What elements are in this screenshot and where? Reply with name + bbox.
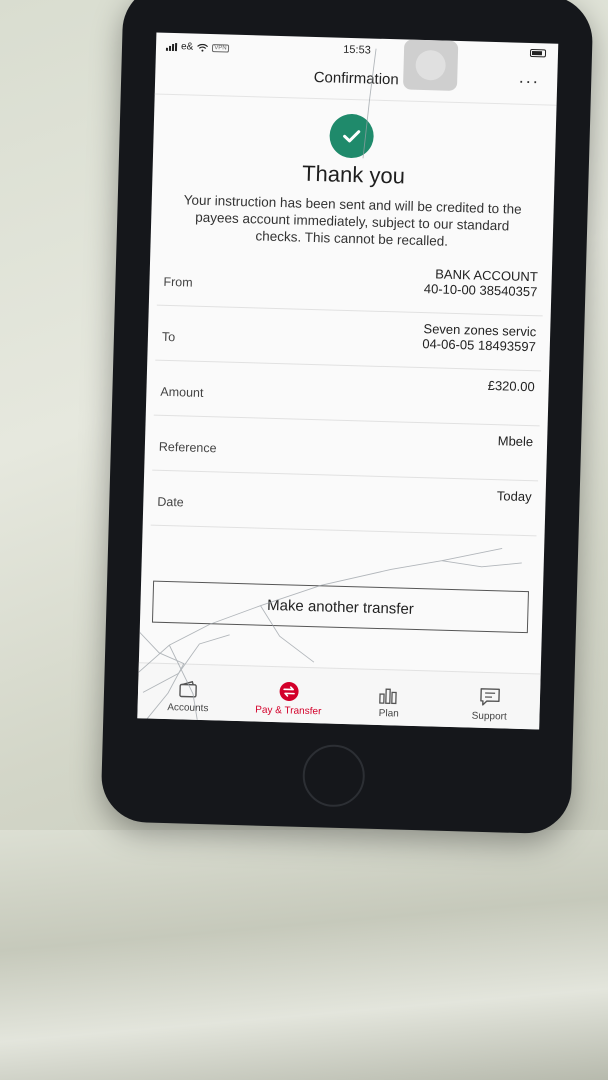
phone-device: e& VPN 15:53 Confirmation ··· Thank you … <box>100 0 594 835</box>
transfer-icon <box>279 681 299 701</box>
wallet-icon <box>179 680 198 698</box>
success-check-icon <box>329 113 375 159</box>
transfer-details: From BANK ACCOUNT 40-10-00 38540357 To S… <box>150 250 545 537</box>
detail-row-date: Date Today <box>150 470 539 537</box>
home-button[interactable] <box>301 743 366 808</box>
bar-chart-icon <box>379 688 398 705</box>
tab-pay-and-transfer[interactable]: Pay & Transfer <box>238 666 340 724</box>
detail-value: Seven zones servic 04-06-05 18493597 <box>422 321 536 354</box>
more-options-icon[interactable]: ··· <box>518 71 540 93</box>
confirmation-heading: Thank you <box>301 160 406 189</box>
reference-value: Mbele <box>497 433 534 450</box>
assistive-touch-button[interactable] <box>402 39 459 91</box>
tab-label: Support <box>471 710 507 723</box>
detail-label: Date <box>157 494 184 510</box>
bottom-tab-bar: Accounts Pay & Transfer Plan Support <box>137 662 541 730</box>
detail-value: BANK ACCOUNT 40-10-00 38540357 <box>424 266 538 299</box>
amount-value: £320.00 <box>487 377 535 395</box>
tab-plan[interactable]: Plan <box>338 669 440 727</box>
date-value: Today <box>496 488 532 505</box>
battery-icon <box>529 48 547 58</box>
tab-label: Plan <box>378 708 399 720</box>
detail-label: From <box>163 274 193 290</box>
payee-account-number: 04-06-05 18493597 <box>422 336 537 355</box>
detail-label: Amount <box>160 384 204 400</box>
tab-support[interactable]: Support <box>439 672 541 730</box>
detail-label: To <box>161 329 176 345</box>
chat-icon <box>479 688 500 706</box>
tab-accounts[interactable]: Accounts <box>137 663 239 721</box>
phone-screen: e& VPN 15:53 Confirmation ··· Thank you … <box>137 32 559 730</box>
account-number: 40-10-00 38540357 <box>423 281 538 300</box>
background-fabric-fold <box>0 830 608 1080</box>
detail-label: Reference <box>158 439 217 456</box>
page-title: Confirmation <box>313 68 399 89</box>
confirmation-message: Your instruction has been sent and will … <box>183 192 522 249</box>
make-another-transfer-button[interactable]: Make another transfer <box>151 580 529 634</box>
tab-label: Accounts <box>167 702 209 715</box>
tab-label: Pay & Transfer <box>255 704 322 718</box>
